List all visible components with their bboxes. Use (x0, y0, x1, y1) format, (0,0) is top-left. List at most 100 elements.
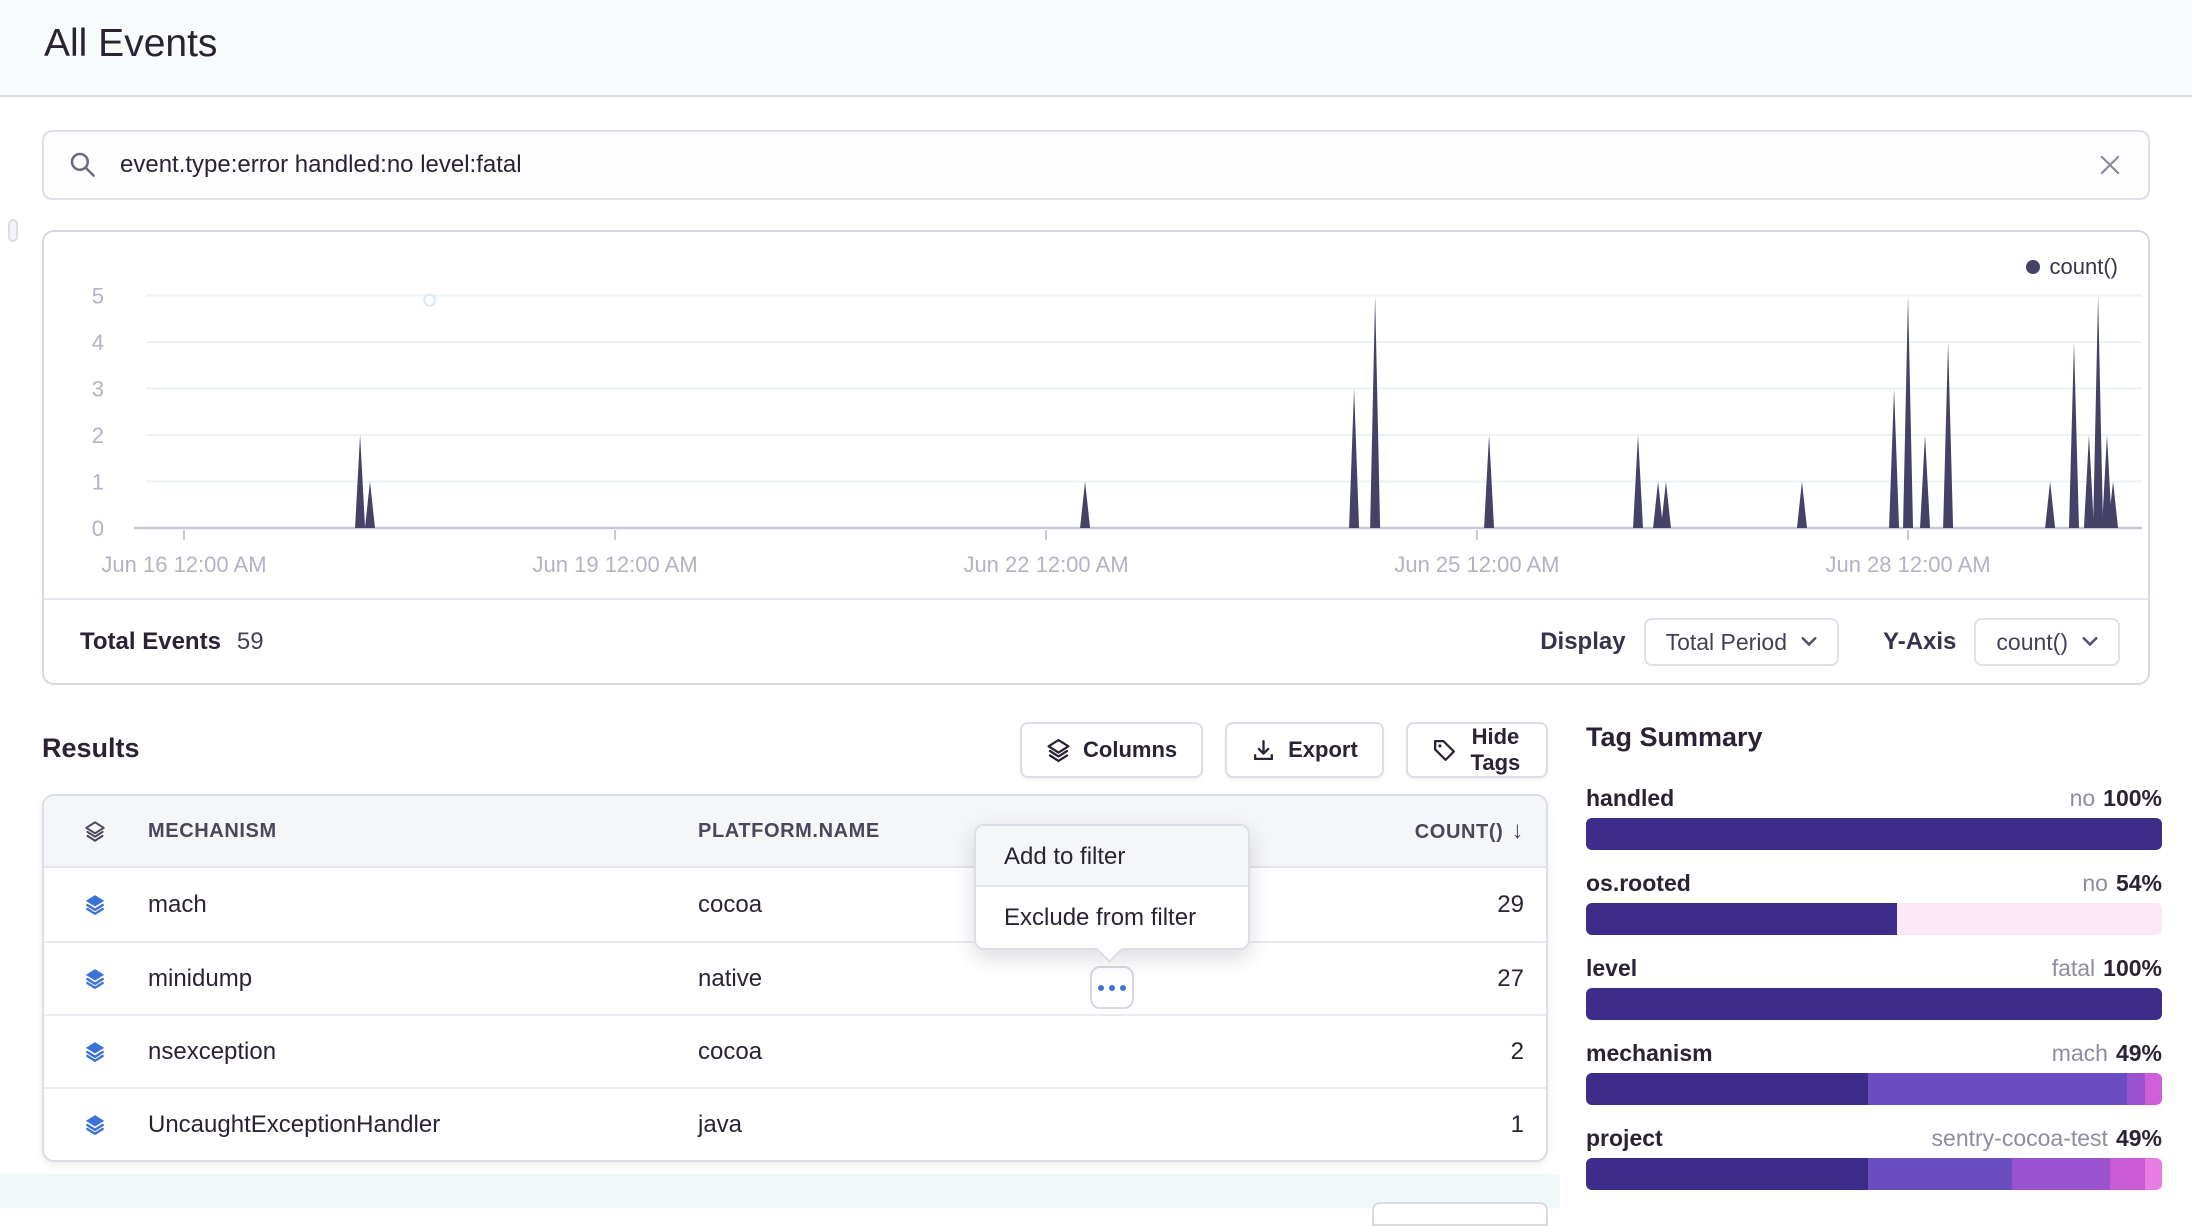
tag-distribution-bar[interactable] (1586, 1158, 2162, 1190)
download-icon (1251, 738, 1276, 763)
yaxis-select[interactable]: count() (1974, 618, 2120, 666)
cell-actions-menu: Add to filterExclude from filter (974, 824, 1250, 950)
tag-bar-segment (2145, 1158, 2162, 1190)
svg-text:1: 1 (92, 470, 104, 495)
tag-top-value: mach49% (2052, 1040, 2162, 1067)
tag-distribution-bar[interactable] (1586, 988, 2162, 1020)
svg-text:Jun 25 12:00 AM: Jun 25 12:00 AM (1394, 552, 1559, 577)
search-icon (68, 150, 98, 180)
yaxis-label: Y-Axis (1883, 628, 1956, 656)
cell-actions-button[interactable] (1090, 966, 1134, 1009)
total-events-label: Total Events (80, 628, 221, 656)
tag-name: handled (1586, 785, 1674, 812)
tag-label-row: handled no100% (1586, 785, 2162, 812)
tag-bar-segment (1586, 988, 2162, 1020)
columns-button[interactable]: Columns (1020, 722, 1203, 778)
tag-bar-segment (2127, 1073, 2144, 1105)
panel-drag-handle[interactable] (8, 219, 18, 242)
menu-item-add-to-filter[interactable]: Add to filter (976, 826, 1248, 887)
svg-text:2: 2 (92, 423, 104, 448)
page-title: All Events (44, 22, 217, 66)
table-row: minidumpnative27 (44, 941, 1546, 1014)
row-layers-icon (44, 963, 106, 994)
table-header-row: MECHANISMPLATFORM.NAMECOUNT()↓ (44, 796, 1546, 868)
tag-bar-segment (1586, 1073, 1868, 1105)
chart-footer: Total Events 59 Display Total Period Y-A… (80, 600, 2120, 684)
button-label: Columns (1083, 737, 1177, 763)
tag-bar-segment (2012, 1158, 2110, 1190)
display-select-value: Total Period (1666, 629, 1787, 656)
cell-mechanism[interactable]: UncaughtExceptionHandler (106, 1111, 698, 1139)
cell-platform-name[interactable]: cocoa (698, 1038, 1258, 1066)
tag-label-row: level fatal100% (1586, 955, 2162, 982)
tag-distribution-bar[interactable] (1586, 1073, 2162, 1105)
svg-text:Jun 19 12:00 AM: Jun 19 12:00 AM (533, 552, 698, 577)
cell-platform-name[interactable]: native (698, 965, 1258, 993)
table-row: UncaughtExceptionHandlerjava1 (44, 1087, 1546, 1160)
svg-text:Jun 28 12:00 AM: Jun 28 12:00 AM (1825, 552, 1990, 577)
cell-platform-name[interactable]: java (698, 1111, 1258, 1139)
tag-icon (1432, 738, 1457, 763)
yaxis-select-value: count() (1996, 629, 2068, 656)
tag-bar-segment (2110, 1158, 2145, 1190)
cell-mechanism[interactable]: minidump (106, 965, 698, 993)
tag-bar-segment (1868, 1073, 2127, 1105)
cell-mechanism[interactable]: mach (106, 891, 698, 919)
page-header: All Events (0, 0, 2192, 97)
column-header-count-label: COUNT() (1415, 821, 1504, 843)
tag-bar-segment (1586, 1158, 1868, 1190)
column-header-count[interactable]: COUNT() ↓ (1258, 817, 1546, 845)
cell-count[interactable]: 2 (1258, 1038, 1546, 1066)
tag-top-value: no54% (2082, 870, 2162, 897)
svg-text:Jun 22 12:00 AM: Jun 22 12:00 AM (963, 552, 1128, 577)
sort-desc-icon: ↓ (1511, 817, 1524, 844)
tag-top-value: no100% (2070, 785, 2162, 812)
tag-top-value: sentry-cocoa-test49% (1932, 1125, 2162, 1152)
bottom-strip (0, 1174, 1560, 1208)
chevron-down-icon (1801, 637, 1817, 647)
results-toolbar: Columns Export Hide Tags (1020, 722, 1548, 778)
results-table: MECHANISMPLATFORM.NAMECOUNT()↓ machcocoa… (42, 794, 1548, 1162)
row-layers-icon (44, 889, 106, 920)
hide-tags-button[interactable]: Hide Tags (1406, 722, 1548, 778)
svg-text:0: 0 (92, 516, 104, 541)
svg-text:3: 3 (92, 377, 104, 402)
tag-bar-segment (1897, 903, 2162, 935)
tag-item-project: projectsentry-cocoa-test49% (1586, 1125, 2162, 1190)
column-header-mechanism[interactable]: MECHANISM (106, 820, 698, 843)
tag-percent: 49% (2116, 1125, 2162, 1151)
export-button[interactable]: Export (1225, 722, 1384, 778)
row-layers-icon (44, 1109, 106, 1140)
cell-mechanism[interactable]: nsexception (106, 1038, 698, 1066)
cell-count[interactable]: 29 (1258, 891, 1546, 919)
tag-name: mechanism (1586, 1040, 1713, 1067)
svg-text:5: 5 (92, 284, 104, 309)
events-chart-panel: count() 0 1 2 3 4 5 Jun 16 12:00 AM Jun 19 12:0… (42, 230, 2150, 685)
table-header-layers-icon (44, 817, 106, 846)
tag-summary-panel: Tag Summary handledno100%os.rootedno54%l… (1586, 722, 2162, 1210)
tag-top-value: fatal100% (2052, 955, 2162, 982)
tag-percent: 54% (2116, 870, 2162, 896)
pagination-button[interactable] (1372, 1202, 1548, 1226)
search-bar[interactable]: event.type:error handled:no level:fatal (42, 130, 2150, 200)
tag-item-handled: handled no100% (1586, 785, 2162, 850)
total-events-value: 59 (237, 628, 264, 656)
tag-bar-segment (1586, 903, 1897, 935)
display-select[interactable]: Total Period (1644, 618, 1839, 666)
svg-text:4: 4 (92, 330, 104, 355)
cell-count[interactable]: 1 (1258, 1111, 1546, 1139)
clear-search-icon[interactable] (2096, 151, 2124, 179)
search-input[interactable]: event.type:error handled:no level:fatal (120, 151, 2096, 179)
tag-name: level (1586, 955, 1637, 982)
tag-bar-segment (2145, 1073, 2162, 1105)
tag-label-row: projectsentry-cocoa-test49% (1586, 1125, 2162, 1152)
tag-distribution-bar[interactable] (1586, 903, 2162, 935)
events-over-time-chart: 0 1 2 3 4 5 Jun 16 12:00 AM Jun 19 12:00 AM Jun … (44, 268, 2148, 588)
cell-count[interactable]: 27 (1258, 965, 1546, 993)
svg-text:Jun 16 12:00 AM: Jun 16 12:00 AM (101, 552, 266, 577)
tag-distribution-bar[interactable] (1586, 818, 2162, 850)
row-layers-icon (44, 1036, 106, 1067)
tag-item-os.rooted: os.rootedno54% (1586, 870, 2162, 935)
button-label: Export (1288, 737, 1358, 763)
table-row: machcocoa29 (44, 868, 1546, 941)
